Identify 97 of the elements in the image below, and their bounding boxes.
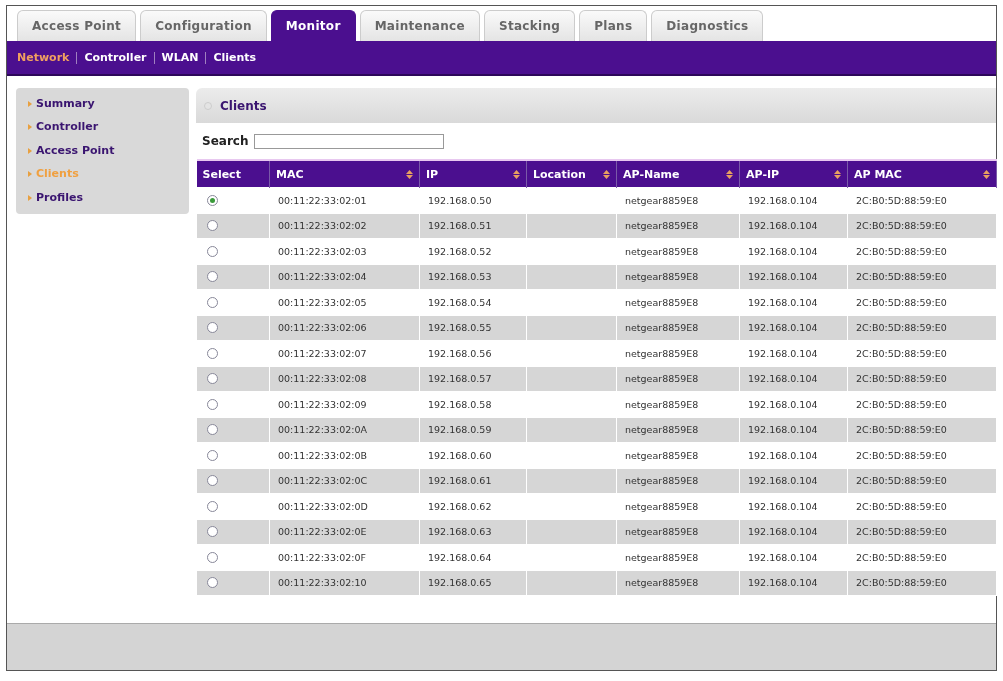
bullet-icon bbox=[28, 100, 32, 107]
table-cell: 192.168.0.55 bbox=[419, 315, 527, 341]
table-cell: 192.168.0.104 bbox=[739, 570, 848, 596]
table-cell: 00:11:22:33:02:0E bbox=[269, 519, 420, 545]
table-cell: 00:11:22:33:02:04 bbox=[269, 264, 420, 290]
subnav-link[interactable]: Clients bbox=[206, 51, 264, 64]
table-cell: 192.168.0.104 bbox=[739, 366, 848, 392]
subnav-link[interactable]: Network bbox=[17, 51, 77, 64]
sort-icon[interactable] bbox=[726, 169, 733, 179]
table-cell: 192.168.0.104 bbox=[739, 468, 848, 494]
search-field[interactable] bbox=[254, 133, 445, 149]
sort-icon[interactable] bbox=[834, 169, 841, 179]
bullet-icon bbox=[28, 147, 32, 154]
table-cell: 2C:B0:5D:88:59:E0 bbox=[847, 468, 997, 494]
table-cell: 00:11:22:33:02:08 bbox=[269, 366, 420, 392]
table-cell: 00:11:22:33:02:0A bbox=[269, 417, 420, 443]
table-cell: netgear8859E8 bbox=[616, 570, 740, 596]
nav-tab[interactable]: Stacking bbox=[483, 10, 576, 41]
sort-icon[interactable] bbox=[983, 169, 990, 179]
radio-button[interactable] bbox=[207, 271, 218, 283]
table-cell: 2C:B0:5D:88:59:E0 bbox=[847, 340, 997, 366]
table-cell: 192.168.0.65 bbox=[419, 570, 527, 596]
radio-button[interactable] bbox=[207, 424, 218, 436]
table-cell: 192.168.0.104 bbox=[739, 264, 848, 290]
table-cell: 00:11:22:33:02:06 bbox=[269, 315, 420, 341]
table-cell: netgear8859E8 bbox=[616, 213, 740, 239]
table-cell: 192.168.0.63 bbox=[419, 519, 527, 545]
nav-tab[interactable]: Monitor bbox=[270, 10, 356, 41]
table-cell: 2C:B0:5D:88:59:E0 bbox=[847, 570, 997, 596]
radio-button[interactable] bbox=[207, 296, 218, 308]
table-cell: 192.168.0.104 bbox=[739, 213, 848, 239]
table-cell: 192.168.0.104 bbox=[739, 519, 848, 545]
table-cell: netgear8859E8 bbox=[616, 264, 740, 290]
bullet-icon bbox=[28, 171, 32, 178]
table-cell: netgear8859E8 bbox=[616, 468, 740, 494]
table-cell: 192.168.0.104 bbox=[739, 417, 848, 443]
column-header[interactable]: AP-IP bbox=[739, 160, 848, 188]
nav-tab[interactable]: Configuration bbox=[140, 10, 267, 41]
radio-button[interactable] bbox=[207, 373, 218, 385]
table-cell: 192.168.0.53 bbox=[419, 264, 527, 290]
bullet-icon bbox=[28, 124, 32, 131]
column-header[interactable]: AP MAC bbox=[847, 160, 997, 188]
sidebar-item[interactable]: Profiles bbox=[28, 186, 189, 210]
column-header[interactable]: IP bbox=[419, 160, 527, 188]
table-cell: 2C:B0:5D:88:59:E0 bbox=[847, 264, 997, 290]
radio-button[interactable] bbox=[207, 220, 218, 232]
table-cell: netgear8859E8 bbox=[616, 366, 740, 392]
radio-button[interactable] bbox=[207, 347, 218, 359]
column-header[interactable]: MAC bbox=[269, 160, 420, 188]
sort-icon[interactable] bbox=[513, 169, 520, 179]
table-cell: 192.168.0.61 bbox=[419, 468, 527, 494]
column-header[interactable]: AP-Name bbox=[616, 160, 740, 188]
column-header: Select bbox=[196, 160, 270, 188]
radio-button[interactable] bbox=[207, 322, 218, 334]
search-label: Search bbox=[202, 134, 249, 148]
table-cell: 192.168.0.104 bbox=[739, 315, 848, 341]
nav-tab[interactable]: Access Point bbox=[17, 10, 137, 41]
table-cell: 00:11:22:33:02:02 bbox=[269, 213, 420, 239]
table-cell: 2C:B0:5D:88:59:E0 bbox=[847, 366, 997, 392]
radio-button[interactable] bbox=[207, 475, 218, 487]
table-cell: 2C:B0:5D:88:59:E0 bbox=[847, 442, 997, 468]
nav-tab[interactable]: Diagnostics bbox=[651, 10, 764, 41]
table-cell: 2C:B0:5D:88:59:E0 bbox=[847, 519, 997, 545]
sort-icon[interactable] bbox=[603, 169, 610, 179]
subnav-link[interactable]: WLAN bbox=[154, 51, 206, 64]
table-cell: 2C:B0:5D:88:59:E0 bbox=[847, 315, 997, 341]
table-cell: 00:11:22:33:02:10 bbox=[269, 570, 420, 596]
radio-button[interactable] bbox=[207, 245, 218, 257]
table-cell: 2C:B0:5D:88:59:E0 bbox=[847, 544, 997, 570]
sort-icon[interactable] bbox=[406, 169, 413, 179]
table-cell: netgear8859E8 bbox=[616, 519, 740, 545]
table-cell: 2C:B0:5D:88:59:E0 bbox=[847, 187, 997, 213]
sidebar-item[interactable]: Controller bbox=[28, 115, 189, 139]
nav-tab[interactable]: Maintenance bbox=[359, 10, 480, 41]
radio-button[interactable] bbox=[207, 577, 218, 589]
table-cell: 00:11:22:33:02:0C bbox=[269, 468, 420, 494]
table-cell: 2C:B0:5D:88:59:E0 bbox=[847, 238, 997, 264]
sidebar-item[interactable]: Access Point bbox=[28, 139, 189, 163]
nav-tab[interactable]: Plans bbox=[579, 10, 648, 41]
table-cell: 2C:B0:5D:88:59:E0 bbox=[847, 213, 997, 239]
panel-title: Clients bbox=[220, 98, 267, 113]
radio-button[interactable] bbox=[207, 500, 218, 512]
radio-button[interactable] bbox=[207, 398, 218, 410]
radio-button[interactable] bbox=[207, 551, 218, 563]
radio-button[interactable] bbox=[207, 449, 218, 461]
subnav-link[interactable]: Controller bbox=[77, 51, 154, 64]
table-cell: 2C:B0:5D:88:59:E0 bbox=[847, 417, 997, 443]
table-cell: 192.168.0.57 bbox=[419, 366, 527, 392]
table-cell: netgear8859E8 bbox=[616, 315, 740, 341]
table-cell: 192.168.0.51 bbox=[419, 213, 527, 239]
table-cell: netgear8859E8 bbox=[616, 417, 740, 443]
column-header[interactable]: Location bbox=[526, 160, 617, 188]
table-cell: 192.168.0.59 bbox=[419, 417, 527, 443]
radio-button[interactable] bbox=[207, 194, 218, 206]
sidebar-item[interactable]: Summary bbox=[28, 92, 189, 116]
radio-button[interactable] bbox=[207, 526, 218, 538]
bullet-icon bbox=[28, 194, 32, 201]
